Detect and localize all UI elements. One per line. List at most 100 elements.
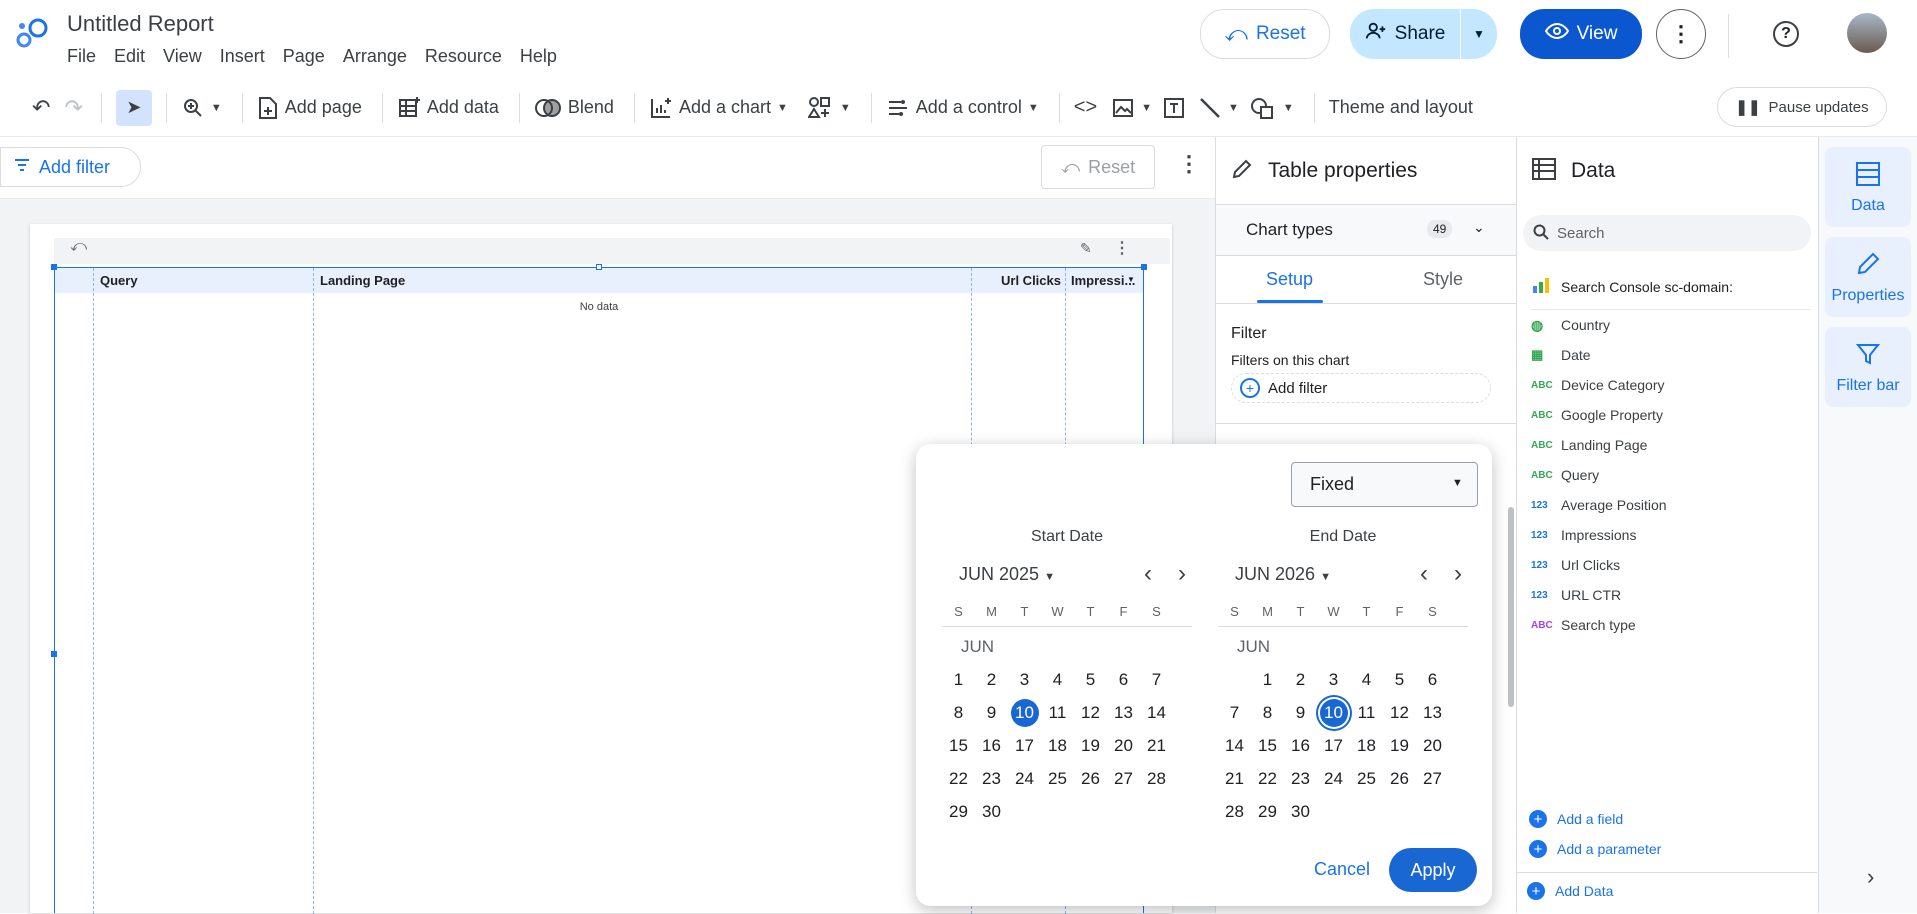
chart-types-row[interactable]: Chart types 49 ⌄: [1216, 205, 1516, 255]
calendar-day[interactable]: 7: [1218, 696, 1251, 729]
calendar-day[interactable]: 12: [1074, 696, 1107, 729]
image-icon[interactable]: ▼: [1111, 96, 1152, 120]
line-icon[interactable]: ▼: [1198, 96, 1239, 120]
calendar-day[interactable]: 18: [1350, 729, 1383, 762]
selected-day[interactable]: 10: [1319, 698, 1348, 727]
cancel-button[interactable]: Cancel: [1314, 859, 1370, 880]
add-page-button[interactable]: Add page: [257, 96, 362, 120]
more-options-icon[interactable]: ⋮: [1178, 151, 1200, 177]
tab-style[interactable]: Style: [1423, 269, 1463, 290]
field-item[interactable]: 123 Url Clicks: [1531, 550, 1811, 580]
add-filter-button[interactable]: Add filter: [0, 147, 141, 187]
add-data-button[interactable]: Add data: [397, 96, 499, 120]
calendar-day[interactable]: 15: [942, 729, 975, 762]
resize-handle[interactable]: [51, 651, 57, 657]
field-item[interactable]: ▦ Date: [1531, 340, 1811, 370]
add-field-button[interactable]: + Add a field: [1529, 810, 1623, 828]
field-item[interactable]: ABC Google Property: [1531, 400, 1811, 430]
calendar-day[interactable]: 24: [1008, 762, 1041, 795]
field-item[interactable]: ABC Search type: [1531, 610, 1811, 640]
undo-icon[interactable]: ↶: [32, 95, 50, 121]
calendar-day[interactable]: 21: [1218, 762, 1251, 795]
text-box-icon[interactable]: [1162, 96, 1186, 120]
calendar-day[interactable]: 11: [1350, 696, 1383, 729]
chart-add-filter-button[interactable]: + Add filter: [1231, 373, 1491, 403]
calendar-day[interactable]: 4: [1041, 663, 1074, 696]
calendar-day[interactable]: 17: [1008, 729, 1041, 762]
calendar-day[interactable]: 16: [975, 729, 1008, 762]
data-search-input[interactable]: Search: [1523, 215, 1811, 251]
edit-pencil-icon[interactable]: ✎: [1080, 240, 1092, 257]
column-header-query[interactable]: Query: [100, 273, 138, 288]
calendar-day[interactable]: 29: [942, 795, 975, 828]
prev-month-icon[interactable]: ‹: [1420, 560, 1428, 588]
share-dropdown-button[interactable]: ▼: [1461, 9, 1497, 59]
chart-menu-icon[interactable]: ⋮: [1114, 238, 1130, 258]
theme-and-layout-button[interactable]: Theme and layout: [1329, 97, 1473, 118]
field-item[interactable]: ◍ Country: [1531, 310, 1811, 340]
calendar-day[interactable]: 21: [1140, 729, 1173, 762]
calendar-day[interactable]: 25: [1041, 762, 1074, 795]
tab-setup[interactable]: Setup: [1266, 269, 1313, 290]
menu-edit[interactable]: Edit: [114, 46, 145, 67]
calendar-day[interactable]: 6: [1416, 663, 1449, 696]
calendar-day[interactable]: 20: [1107, 729, 1140, 762]
field-item[interactable]: ABC Device Category: [1531, 370, 1811, 400]
calendar-day[interactable]: 3: [1317, 663, 1350, 696]
calendar-day[interactable]: 9: [1284, 696, 1317, 729]
calendar-day[interactable]: 14: [1140, 696, 1173, 729]
calendar-day[interactable]: 9: [975, 696, 1008, 729]
add-parameter-button[interactable]: + Add a parameter: [1529, 840, 1661, 858]
calendar-day[interactable]: 3: [1008, 663, 1041, 696]
column-header-landing-page[interactable]: Landing Page: [320, 273, 405, 288]
chevron-right-icon[interactable]: ›: [1867, 864, 1874, 890]
add-data-source-button[interactable]: + Add Data: [1527, 882, 1613, 900]
calendar-day[interactable]: 15: [1251, 729, 1284, 762]
data-source[interactable]: Search Console sc-domain:: [1531, 275, 1733, 298]
calendar-day[interactable]: 1: [1251, 663, 1284, 696]
calendar-day[interactable]: 10: [1008, 696, 1041, 729]
resize-handle[interactable]: [51, 264, 57, 270]
share-button[interactable]: Share: [1350, 9, 1460, 59]
menu-help[interactable]: Help: [520, 46, 557, 67]
calendar-day[interactable]: 19: [1383, 729, 1416, 762]
menu-arrange[interactable]: Arrange: [343, 46, 407, 67]
scrollbar[interactable]: [1508, 507, 1514, 707]
menu-resource[interactable]: Resource: [425, 46, 502, 67]
resize-handle[interactable]: [1141, 264, 1147, 270]
calendar-day[interactable]: 2: [975, 663, 1008, 696]
calendar-day[interactable]: 25: [1350, 762, 1383, 795]
undo-icon[interactable]: ⤺: [70, 238, 87, 256]
menu-insert[interactable]: Insert: [220, 46, 265, 67]
next-month-icon[interactable]: ›: [1454, 560, 1462, 588]
field-item[interactable]: 123 Average Position: [1531, 490, 1811, 520]
reset-button[interactable]: ⤺ Reset: [1200, 9, 1330, 59]
menu-view[interactable]: View: [163, 46, 202, 67]
calendar-day[interactable]: 14: [1218, 729, 1251, 762]
end-month-select[interactable]: JUN 2026 ▼: [1235, 564, 1331, 585]
calendar-day[interactable]: 18: [1041, 729, 1074, 762]
menu-file[interactable]: File: [67, 46, 96, 67]
calendar-day[interactable]: 20: [1416, 729, 1449, 762]
calendar-day[interactable]: 19: [1074, 729, 1107, 762]
calendar-day[interactable]: 28: [1218, 795, 1251, 828]
help-icon[interactable]: ?: [1773, 21, 1799, 47]
apply-button[interactable]: Apply: [1389, 848, 1477, 892]
avatar[interactable]: [1847, 13, 1887, 53]
calendar-day[interactable]: 13: [1107, 696, 1140, 729]
field-item[interactable]: 123 URL CTR: [1531, 580, 1811, 610]
report-title[interactable]: Untitled Report: [67, 11, 214, 37]
calendar-day[interactable]: 11: [1041, 696, 1074, 729]
add-chart-button[interactable]: Add a chart ▼: [649, 96, 788, 120]
calendar-day[interactable]: 7: [1140, 663, 1173, 696]
filter-reset-button[interactable]: ⤺ Reset: [1041, 145, 1155, 189]
rail-filter-bar-button[interactable]: Filter bar: [1825, 327, 1911, 407]
date-mode-select[interactable]: Fixed ▼: [1291, 462, 1478, 507]
calendar-day[interactable]: 24: [1317, 762, 1350, 795]
start-month-select[interactable]: JUN 2025 ▼: [959, 564, 1055, 585]
calendar-day[interactable]: 17: [1317, 729, 1350, 762]
resize-handle[interactable]: [596, 264, 602, 270]
menu-page[interactable]: Page: [283, 46, 325, 67]
field-item[interactable]: 123 Impressions: [1531, 520, 1811, 550]
redo-icon[interactable]: ↷: [64, 95, 82, 121]
